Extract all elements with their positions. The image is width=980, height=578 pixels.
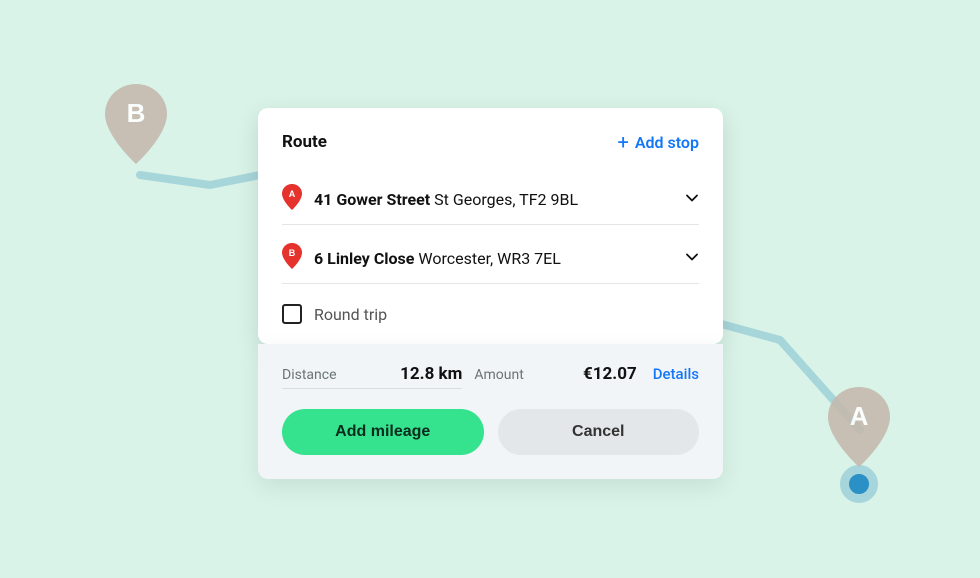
pin-a-icon: A: [282, 184, 302, 214]
svg-text:A: A: [289, 189, 296, 199]
plus-icon: +: [618, 132, 629, 152]
card-header: Route + Add stop: [282, 132, 699, 152]
card-title: Route: [282, 132, 327, 152]
stop-row-a[interactable]: A 41 Gower Street St Georges, TF2 9BL: [282, 174, 699, 225]
summary-row: Distance 12.8 km Amount €12.07 Details: [282, 364, 699, 389]
checkbox-icon: [282, 304, 302, 324]
route-card: Route + Add stop A 41 Gower Street St Ge…: [258, 108, 723, 479]
amount-field: Amount €12.07: [474, 364, 636, 388]
round-trip-checkbox[interactable]: Round trip: [282, 304, 699, 324]
add-stop-label: Add stop: [635, 133, 699, 152]
map-pin-b: B: [105, 84, 167, 170]
route-card-body: Route + Add stop A 41 Gower Street St Ge…: [258, 108, 723, 344]
round-trip-label: Round trip: [314, 305, 387, 324]
add-mileage-button[interactable]: Add mileage: [282, 409, 484, 455]
cancel-button[interactable]: Cancel: [498, 409, 700, 455]
amount-value: €12.07: [583, 364, 637, 384]
button-row: Add mileage Cancel: [282, 409, 699, 455]
distance-value: 12.8 km: [400, 364, 462, 384]
svg-text:B: B: [127, 98, 146, 128]
summary-footer: Distance 12.8 km Amount €12.07 Details A…: [258, 344, 723, 479]
stop-row-b[interactable]: B 6 Linley Close Worcester, WR3 7EL: [282, 233, 699, 284]
details-link[interactable]: Details: [653, 365, 699, 383]
distance-label: Distance: [282, 367, 337, 383]
add-stop-button[interactable]: + Add stop: [618, 132, 700, 152]
chevron-down-icon: [685, 190, 699, 209]
map-pin-a: A: [828, 387, 890, 473]
chevron-down-icon: [685, 249, 699, 268]
pin-b-icon: B: [282, 243, 302, 273]
stop-a-address: 41 Gower Street St Georges, TF2 9BL: [314, 190, 673, 209]
amount-label: Amount: [474, 367, 523, 383]
stop-b-address: 6 Linley Close Worcester, WR3 7EL: [314, 249, 673, 268]
distance-field: Distance 12.8 km: [282, 364, 462, 389]
svg-text:B: B: [289, 248, 296, 258]
svg-text:A: A: [850, 401, 869, 431]
